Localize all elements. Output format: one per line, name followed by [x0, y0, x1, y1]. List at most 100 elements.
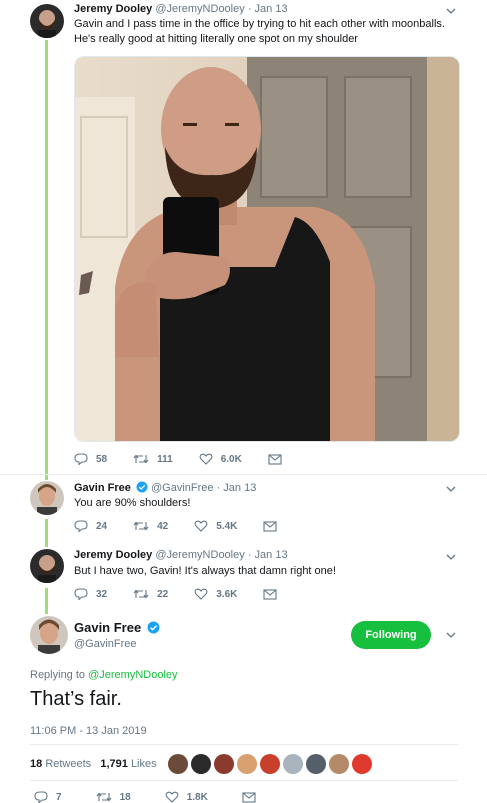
direct-message-button[interactable]	[242, 791, 264, 803]
reply-icon	[74, 453, 88, 465]
like-button[interactable]: 5.4K	[194, 520, 237, 532]
like-count: 6.0K	[220, 453, 242, 465]
retweet-count: 18	[119, 791, 131, 803]
direct-message-button[interactable]	[268, 453, 290, 465]
retweet-icon	[96, 792, 111, 802]
display-name[interactable]: Gavin Free	[74, 620, 141, 635]
avatar[interactable]	[30, 616, 68, 654]
retweet-count: 42	[157, 520, 169, 532]
divider	[30, 780, 458, 781]
retweet-button[interactable]: 111	[133, 453, 173, 465]
liker-avatar[interactable]	[191, 754, 211, 774]
direct-message-button[interactable]	[263, 520, 285, 532]
retweet-count: 111	[157, 453, 173, 465]
like-count: 3.6K	[216, 588, 238, 600]
chevron-down-icon[interactable]	[445, 483, 457, 495]
tweet[interactable]: Gavin Free @GavinFree · Jan 13 You are 9…	[0, 476, 487, 542]
liker-avatar[interactable]	[260, 754, 280, 774]
reply-count: 24	[96, 520, 108, 532]
tweet-actions: 7 18 1.8K	[34, 791, 290, 803]
retweet-icon	[133, 454, 149, 464]
like-button[interactable]: 3.6K	[194, 588, 237, 600]
display-name[interactable]: Jeremy Dooley	[74, 3, 152, 15]
heart-icon	[165, 791, 179, 803]
avatar[interactable]	[30, 4, 64, 38]
tweet-actions: 32 22 3.6K	[74, 588, 311, 600]
reply-count: 32	[96, 588, 108, 600]
display-name[interactable]: Gavin Free	[74, 482, 131, 494]
liker-avatars	[168, 754, 375, 774]
direct-message-button[interactable]	[263, 588, 285, 600]
avatar[interactable]	[30, 549, 64, 583]
following-button[interactable]: Following	[351, 621, 431, 649]
retweet-button[interactable]: 22	[133, 588, 168, 600]
handle[interactable]: @GavinFree	[151, 482, 214, 494]
divider	[30, 744, 458, 745]
handle[interactable]: @JeremyNDooley	[155, 549, 244, 561]
retweet-button[interactable]: 18	[96, 791, 131, 803]
retweet-icon	[133, 589, 149, 599]
main-tweet-timestamp[interactable]: 11:06 PM - 13 Jan 2019	[30, 725, 147, 737]
tweet-header: Jeremy Dooley @JeremyNDooley · Jan 13	[74, 549, 288, 561]
reply-icon	[74, 588, 88, 600]
replying-to-link[interactable]: @JeremyNDooley	[88, 669, 177, 681]
author-block: Gavin Free @GavinFree	[74, 620, 160, 650]
avatar[interactable]	[30, 481, 64, 515]
reply-button[interactable]: 24	[74, 520, 107, 532]
heart-icon	[199, 453, 213, 465]
engagement-stats: 18 Retweets 1,791 Likes	[30, 758, 157, 770]
envelope-icon	[268, 453, 282, 465]
handle[interactable]: @JeremyNDooley	[155, 3, 244, 15]
main-tweet: Gavin Free @GavinFree Following Replying…	[0, 610, 487, 803]
liker-avatar[interactable]	[214, 754, 234, 774]
heart-icon	[194, 588, 208, 600]
likes-stat[interactable]: 1,791 Likes	[100, 758, 156, 770]
like-count: 1.8K	[186, 791, 208, 803]
like-count: 5.4K	[216, 520, 238, 532]
tweet-text: But I have two, Gavin! It's always that …	[74, 565, 336, 577]
display-name[interactable]: Jeremy Dooley	[74, 549, 152, 561]
reply-icon	[74, 520, 88, 532]
timestamp[interactable]: · Jan 13	[248, 549, 288, 561]
heart-icon	[194, 520, 208, 532]
chevron-down-icon[interactable]	[445, 5, 457, 17]
tweet-text: Gavin and I pass time in the office by t…	[74, 18, 445, 45]
tweet-actions: 24 42 5.4K	[74, 520, 311, 532]
verified-badge-icon	[136, 481, 148, 493]
retweet-count: 22	[157, 588, 169, 600]
tweet[interactable]: Jeremy Dooley @JeremyNDooley · Jan 13 Ga…	[0, 0, 487, 476]
tweet[interactable]: Jeremy Dooley @JeremyNDooley · Jan 13 Bu…	[0, 544, 487, 610]
reply-count: 7	[56, 791, 62, 803]
liker-avatar[interactable]	[306, 754, 326, 774]
reply-button[interactable]: 32	[74, 588, 107, 600]
liker-avatar[interactable]	[283, 754, 303, 774]
like-button[interactable]: 6.0K	[199, 453, 242, 465]
retweet-button[interactable]: 42	[133, 520, 168, 532]
tweet-text: You are 90% shoulders!	[74, 497, 191, 509]
replying-to: Replying to @JeremyNDooley	[30, 669, 178, 681]
envelope-icon	[242, 791, 256, 803]
liker-avatar[interactable]	[329, 754, 349, 774]
liker-avatar[interactable]	[168, 754, 188, 774]
tweet-photo[interactable]	[74, 56, 460, 442]
reply-button[interactable]: 7	[34, 791, 62, 803]
reply-count: 58	[96, 453, 108, 465]
verified-badge-icon	[147, 621, 160, 634]
main-tweet-text: That’s fair.	[30, 688, 122, 710]
envelope-icon	[263, 588, 277, 600]
like-button[interactable]: 1.8K	[165, 791, 208, 803]
liker-avatar[interactable]	[237, 754, 257, 774]
liker-avatar[interactable]	[352, 754, 372, 774]
divider	[0, 474, 487, 475]
envelope-icon	[263, 520, 277, 532]
retweets-stat[interactable]: 18 Retweets	[30, 758, 91, 770]
tweet-header: Gavin Free @GavinFree · Jan 13	[74, 481, 256, 494]
reply-icon	[34, 791, 48, 803]
reply-button[interactable]: 58	[74, 453, 107, 465]
chevron-down-icon[interactable]	[445, 629, 457, 641]
timestamp[interactable]: · Jan 13	[248, 3, 288, 15]
chevron-down-icon[interactable]	[445, 551, 457, 563]
timestamp[interactable]: · Jan 13	[217, 482, 257, 494]
handle[interactable]: @GavinFree	[74, 638, 160, 650]
tweet-header: Jeremy Dooley @JeremyNDooley · Jan 13	[74, 3, 288, 15]
